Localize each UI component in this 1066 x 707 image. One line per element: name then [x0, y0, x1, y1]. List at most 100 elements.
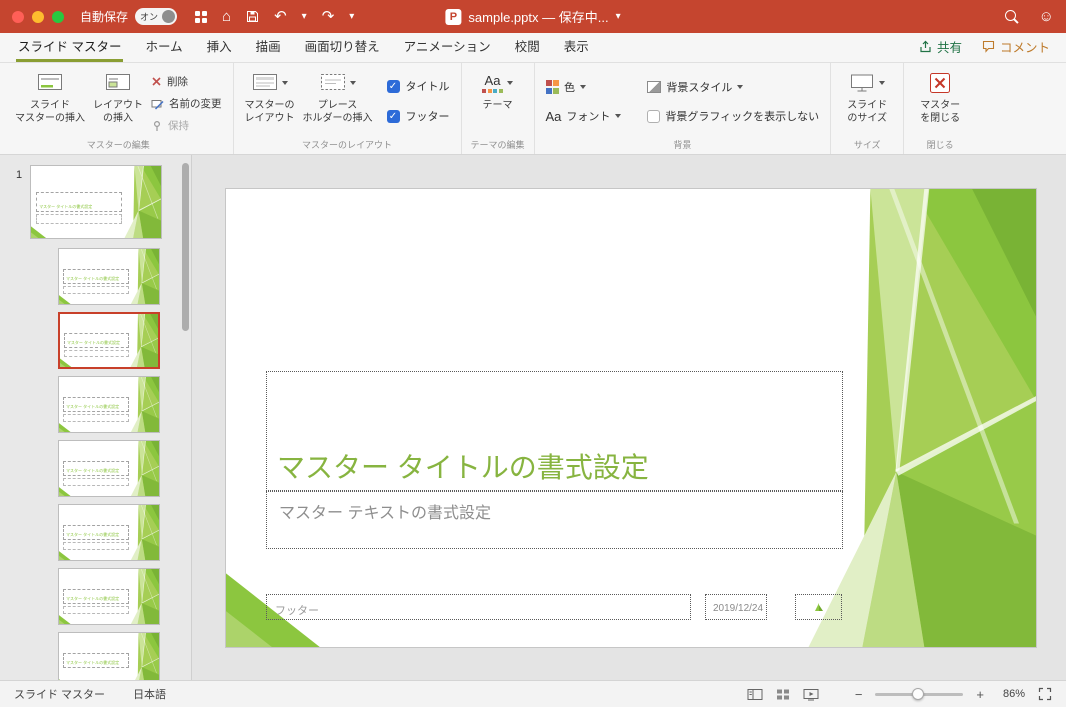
- slide-sorter-view-icon[interactable]: [776, 688, 790, 701]
- group-label-close: 閉じる: [926, 140, 954, 150]
- footer-checkbox[interactable]: ✓ フッター: [386, 108, 450, 124]
- background-styles-dropdown-icon: [737, 85, 744, 89]
- title-placeholder[interactable]: マスター タイトルの書式設定: [266, 371, 843, 491]
- insert-placeholder-label: プレース ホルダーの挿入: [302, 100, 373, 124]
- thumbnail-layout-2-selected[interactable]: マスター タイトルの書式設定: [58, 312, 160, 369]
- preserve-button[interactable]: 保持: [151, 118, 222, 133]
- comments-button[interactable]: コメント: [982, 37, 1050, 56]
- master-title-text: マスター タイトルの書式設定: [277, 452, 649, 483]
- autosave-state-label: オン: [140, 12, 159, 22]
- tab-slide-master[interactable]: スライド マスター: [16, 30, 124, 62]
- search-icon[interactable]: [1004, 9, 1019, 24]
- zoom-in-button[interactable]: +: [976, 687, 984, 702]
- footer-checkbox-label: フッター: [405, 111, 450, 123]
- thumbnail-scrollbar[interactable]: [182, 163, 189, 331]
- group-edit-master: スライド マスターの挿入 レイアウト の挿入 削除 名前の変更 保持 マスターの…: [4, 63, 233, 154]
- close-master-icon: [930, 73, 951, 93]
- expand-view-icon[interactable]: [1038, 687, 1052, 701]
- thumbnail-layout-4[interactable]: マスター タイトルの書式設定: [58, 440, 160, 497]
- footer-placeholder[interactable]: フッター: [266, 594, 691, 620]
- share-icon: [920, 40, 931, 53]
- home-icon[interactable]: ⌂: [222, 9, 231, 24]
- tab-transitions[interactable]: 画面切り替え: [303, 30, 382, 62]
- close-window-button[interactable]: [12, 10, 24, 23]
- themes-dropdown-icon: [506, 81, 513, 85]
- fonts-icon: Aa: [545, 108, 562, 124]
- undo-dropdown-icon[interactable]: ▾: [302, 11, 307, 22]
- thumbnail-layout-1[interactable]: マスター タイトルの書式設定: [58, 248, 160, 305]
- title-dropdown-icon[interactable]: ▾: [616, 11, 621, 22]
- master-layout-dropdown-icon: [281, 81, 288, 85]
- group-label-edit-master: マスターの編集: [86, 140, 150, 150]
- thumbnail-layout-5[interactable]: マスター タイトルの書式設定: [58, 504, 160, 561]
- footer-text: フッター: [275, 605, 319, 617]
- undo-icon[interactable]: ↶: [274, 9, 287, 24]
- share-button[interactable]: 共有: [919, 37, 962, 56]
- hide-background-graphics-label: 背景グラフィックを表示しない: [665, 111, 820, 123]
- date-text: 2019/12/24: [713, 603, 764, 614]
- master-layout-button[interactable]: マスターの レイアウト: [245, 70, 295, 125]
- title-checkbox[interactable]: ✓ タイトル: [386, 78, 450, 94]
- pin-icon: [153, 120, 161, 131]
- thumbnail-master[interactable]: マスター タイトルの書式設定: [30, 165, 162, 239]
- redo-icon[interactable]: ↷: [322, 9, 335, 24]
- slide-number-placeholder[interactable]: [795, 594, 842, 620]
- delete-button[interactable]: 削除: [151, 74, 222, 89]
- slide-size-button[interactable]: スライド のサイズ: [842, 70, 892, 125]
- zoom-window-button[interactable]: [52, 10, 64, 23]
- tab-animations[interactable]: アニメーション: [402, 30, 493, 62]
- autosave-toggle[interactable]: オン: [135, 8, 178, 25]
- ribbon: スライド マスターの挿入 レイアウト の挿入 削除 名前の変更 保持 マスターの…: [0, 63, 1066, 155]
- group-label-master-layout: マスターのレイアウト: [301, 140, 392, 150]
- title-checkbox-label: タイトル: [405, 81, 450, 93]
- hide-background-graphics-checkbox[interactable]: 背景グラフィックを表示しない: [647, 108, 819, 124]
- slide-editor[interactable]: マスター タイトルの書式設定 マスター テキストの書式設定 フッター 2019/…: [225, 188, 1037, 648]
- insert-placeholder-dropdown-icon: [349, 81, 356, 85]
- normal-view-icon[interactable]: [747, 688, 763, 701]
- slide-size-dropdown-icon: [879, 81, 886, 85]
- statusbar-language[interactable]: 日本語: [133, 686, 166, 702]
- fonts-button[interactable]: Aa フォント: [546, 108, 622, 124]
- tab-insert[interactable]: 挿入: [205, 30, 234, 62]
- quick-access-dropdown-icon[interactable]: ▾: [349, 11, 354, 22]
- thumbnail-layout-6[interactable]: マスター タイトルの書式設定: [58, 568, 160, 625]
- insert-layout-button[interactable]: レイアウト の挿入: [93, 70, 143, 125]
- zoom-out-button[interactable]: −: [855, 687, 863, 702]
- app-grid-icon[interactable]: [195, 10, 208, 23]
- zoom-slider[interactable]: [875, 687, 964, 700]
- tab-view[interactable]: 表示: [562, 30, 591, 62]
- thumbnail-layout-3[interactable]: マスター タイトルの書式設定: [58, 376, 160, 433]
- tab-review[interactable]: 校閲: [513, 30, 542, 62]
- group-edit-theme: Aa テーマ テーマの編集: [460, 63, 534, 154]
- group-master-layout: マスターの レイアウト プレース ホルダーの挿入 ✓ タイトル ✓ フッター マ…: [232, 63, 461, 154]
- save-icon[interactable]: [246, 10, 259, 23]
- rename-button[interactable]: 名前の変更: [151, 96, 222, 111]
- date-placeholder[interactable]: 2019/12/24: [705, 594, 767, 620]
- statusbar: スライド マスター 日本語 − + 86%: [0, 680, 1066, 707]
- colors-button[interactable]: 色: [545, 79, 622, 95]
- tab-home[interactable]: ホーム: [143, 30, 184, 62]
- close-master-button[interactable]: マスター を閉じる: [915, 70, 965, 125]
- group-label-size: サイズ: [853, 140, 881, 150]
- share-label: 共有: [936, 41, 962, 55]
- background-styles-button[interactable]: 背景スタイル: [647, 79, 819, 95]
- subtitle-placeholder[interactable]: マスター テキストの書式設定: [266, 491, 843, 549]
- master-slide-number: 1: [16, 169, 23, 181]
- rename-label: 名前の変更: [169, 98, 222, 110]
- insert-layout-icon: [106, 74, 130, 90]
- insert-placeholder-button[interactable]: プレース ホルダーの挿入: [303, 70, 373, 125]
- fonts-label: フォント: [566, 111, 611, 123]
- master-layout-label: マスターの レイアウト: [244, 100, 295, 124]
- background-styles-label: 背景スタイル: [666, 82, 733, 94]
- tab-draw[interactable]: 描画: [254, 30, 283, 62]
- feedback-smiley-icon[interactable]: ☺: [1039, 9, 1054, 24]
- zoom-slider-knob[interactable]: [912, 687, 925, 700]
- thumbnail-layout-7[interactable]: マスター タイトルの書式設定: [58, 632, 160, 680]
- themes-button[interactable]: Aa テーマ: [473, 70, 523, 113]
- minimize-window-button[interactable]: [32, 10, 44, 23]
- preserve-label: 保持: [168, 120, 189, 132]
- zoom-percentage[interactable]: 86%: [997, 688, 1025, 700]
- colors-label: 色: [564, 82, 575, 94]
- insert-slide-master-button[interactable]: スライド マスターの挿入: [15, 70, 85, 125]
- slideshow-view-icon[interactable]: [803, 688, 819, 701]
